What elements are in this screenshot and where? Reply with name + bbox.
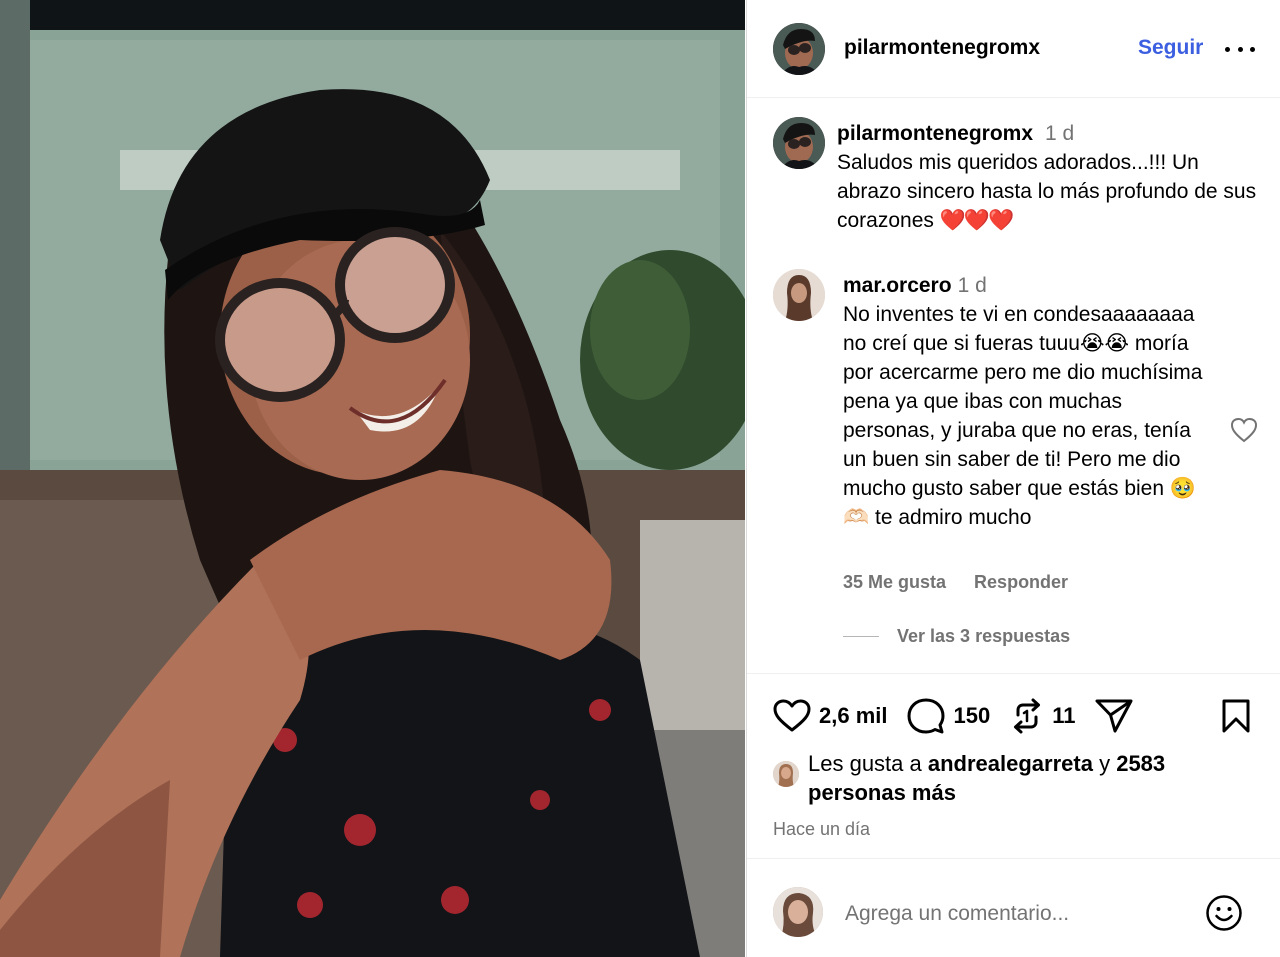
reposts-count[interactable]: 11 — [1052, 703, 1075, 729]
comment-heart-icon[interactable] — [1230, 417, 1258, 443]
comment-text: No inventes te vi en condesaaaaaaaa no c… — [843, 303, 1203, 529]
replies-divider — [843, 636, 879, 637]
post-actions: 2,6 mil 150 11 Les gusta a andrealegarre… — [747, 673, 1280, 858]
comment-input[interactable] — [845, 899, 1185, 929]
view-replies-button[interactable]: Ver las 3 respuestas — [843, 626, 1070, 647]
action-row: 2,6 mil 150 11 — [773, 696, 1153, 736]
post-header: pilarmontenegromx Seguir — [747, 0, 1280, 98]
comment-meta: 35 Me gusta Responder — [843, 572, 1068, 593]
follow-button[interactable]: Seguir — [1138, 36, 1203, 60]
comments-count[interactable]: 150 — [953, 703, 990, 729]
caption-time[interactable]: 1 d — [1045, 122, 1074, 145]
post-timestamp[interactable]: Hace un día — [773, 819, 870, 840]
comment-time[interactable]: 1 d — [958, 274, 987, 297]
heart-icon — [773, 699, 811, 732]
more-dots-icon[interactable] — [1225, 36, 1255, 62]
smiley-icon[interactable] — [1205, 894, 1243, 932]
liked-by-text: Les gusta a andrealegarreta y 2583 perso… — [808, 749, 1238, 807]
author-avatar[interactable] — [773, 23, 825, 75]
view-replies-label: Ver las 3 respuestas — [897, 626, 1071, 646]
caption-hearts: ❤️❤️❤️ — [939, 209, 1014, 232]
repost-button[interactable]: 11 — [1010, 698, 1075, 734]
add-comment-bar — [747, 858, 1280, 957]
caption-text-block: pilarmontenegromx 1 d Saludos mis querido… — [837, 119, 1267, 235]
author-username[interactable]: pilarmontenegromx — [844, 36, 1040, 60]
post-side-panel: pilarmontenegromx Seguir pilarmontenegro… — [746, 0, 1280, 957]
comment-username[interactable]: mar.orcero — [843, 274, 952, 297]
liked-by-conj: y — [1092, 751, 1117, 776]
caption-text: Saludos mis queridos adorados...!!! Un a… — [837, 151, 1257, 232]
post-photo[interactable] — [0, 0, 745, 957]
comment-likes[interactable]: 35 Me gusta — [843, 572, 946, 592]
send-icon — [1095, 699, 1133, 733]
save-button[interactable] — [1221, 699, 1251, 738]
like-button[interactable]: 2,6 mil — [773, 699, 887, 733]
commenter-avatar[interactable] — [773, 269, 825, 321]
share-button[interactable] — [1095, 698, 1133, 734]
comment-button[interactable]: 150 — [907, 698, 990, 734]
repost-icon — [1014, 698, 1041, 734]
current-user-avatar — [773, 887, 823, 937]
liked-by-prefix: Les gusta a — [808, 751, 928, 776]
comments-list[interactable]: pilarmontenegromx 1 d Saludos mis querido… — [747, 99, 1280, 673]
reply-button[interactable]: Responder — [974, 572, 1068, 592]
liker-avatar[interactable] — [773, 761, 799, 787]
caption-avatar[interactable] — [773, 117, 825, 169]
likes-count[interactable]: 2,6 mil — [819, 703, 887, 729]
liked-by-user[interactable]: andrealegarreta — [928, 751, 1093, 776]
comment-bubble-icon — [907, 698, 945, 734]
bookmark-icon — [1222, 699, 1250, 733]
comment-text-block: mar.orcero 1 d No inventes te vi en conde… — [843, 271, 1213, 532]
caption-username[interactable]: pilarmontenegromx — [837, 122, 1033, 145]
